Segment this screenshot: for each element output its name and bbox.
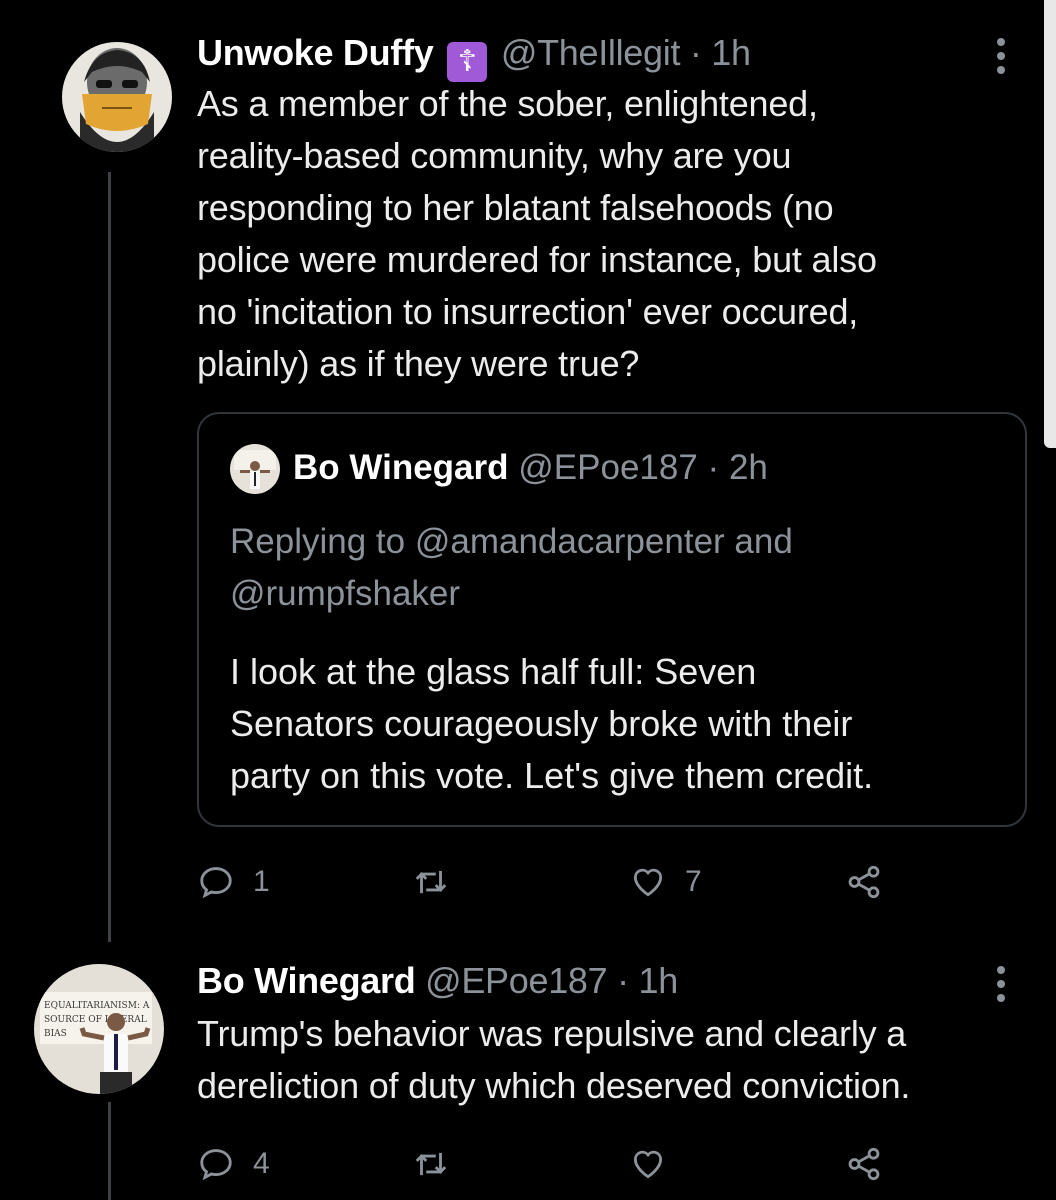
display-name[interactable]: Bo Winegard: [293, 448, 509, 487]
avatar[interactable]: [62, 42, 172, 152]
tweet-text: Trump's behavior was repulsive and clear…: [197, 1013, 911, 1106]
display-name[interactable]: Unwoke Duffy: [197, 32, 434, 73]
svg-text:SOURCE OF LIBERAL: SOURCE OF LIBERAL: [44, 1015, 147, 1025]
heart-icon: [633, 868, 663, 897]
retweet-button[interactable]: [412, 860, 450, 904]
timestamp[interactable]: 1h: [711, 32, 751, 73]
orthodox-cross-icon: ☦: [447, 42, 488, 82]
reply-icon: [200, 867, 232, 899]
tweet-text: As a member of the sober, enlightened, r…: [197, 83, 877, 384]
share-icon: [848, 865, 880, 899]
share-button[interactable]: [845, 1142, 883, 1186]
retweet-button[interactable]: [412, 1142, 450, 1186]
more-options-icon[interactable]: [997, 38, 1007, 80]
handle[interactable]: @TheIllegit: [501, 32, 681, 73]
tweet-card[interactable]: EQUALITARIANISM: A SOURCE OF LIBERAL BIA…: [0, 940, 1040, 1200]
retweet-icon: [415, 1152, 447, 1176]
heart-icon: [633, 1150, 663, 1179]
reply-button[interactable]: 4: [197, 1142, 270, 1186]
quoted-tweet[interactable]: Bo Winegard @EPoe187 · 2h Replying to @a…: [197, 412, 1027, 827]
reply-icon: [200, 1149, 232, 1181]
timestamp[interactable]: 2h: [729, 448, 768, 487]
tweet-actions: 4: [197, 1142, 917, 1186]
display-name[interactable]: Bo Winegard: [197, 960, 416, 1001]
svg-text:EQUALITARIANISM: A: EQUALITARIANISM: A: [44, 1001, 150, 1011]
svg-text:BIAS: BIAS: [44, 1029, 67, 1039]
separator: ·: [689, 32, 702, 73]
handle[interactable]: @EPoe187: [518, 448, 698, 487]
replying-to: Replying to @amandacarpenter and @rumpfs…: [230, 522, 793, 613]
tweet-actions: 1 7: [197, 860, 917, 904]
avatar[interactable]: EQUALITARIANISM: A SOURCE OF LIBERAL BIA…: [34, 964, 164, 1094]
separator: ·: [707, 448, 720, 487]
reply-button[interactable]: 1: [197, 860, 270, 904]
tweet-card[interactable]: Unwoke Duffy ☦ @TheIllegit · 1h As a mem…: [0, 0, 1040, 930]
like-button[interactable]: [629, 1142, 667, 1186]
reply-count: 1: [253, 865, 270, 898]
share-button[interactable]: [845, 860, 883, 904]
handle[interactable]: @EPoe187: [425, 960, 608, 1001]
retweet-icon: [415, 870, 447, 894]
separator: ·: [617, 960, 629, 1001]
more-options-icon[interactable]: [997, 966, 1007, 1008]
tweet-header: Bo Winegard @EPoe187 · 1h: [197, 960, 678, 1002]
scrollbar[interactable]: [1044, 0, 1056, 448]
quoted-tweet-header: Bo Winegard @EPoe187 · 2h: [293, 448, 768, 488]
like-button[interactable]: 7: [629, 860, 702, 904]
like-count: 7: [685, 865, 702, 898]
share-icon: [848, 1147, 880, 1181]
quoted-tweet-text: I look at the glass half full: Seven Sen…: [230, 651, 874, 796]
avatar: [230, 444, 280, 494]
tweet-header: Unwoke Duffy ☦ @TheIllegit · 1h: [197, 32, 751, 82]
reply-count: 4: [253, 1147, 270, 1180]
timestamp[interactable]: 1h: [638, 960, 678, 1001]
